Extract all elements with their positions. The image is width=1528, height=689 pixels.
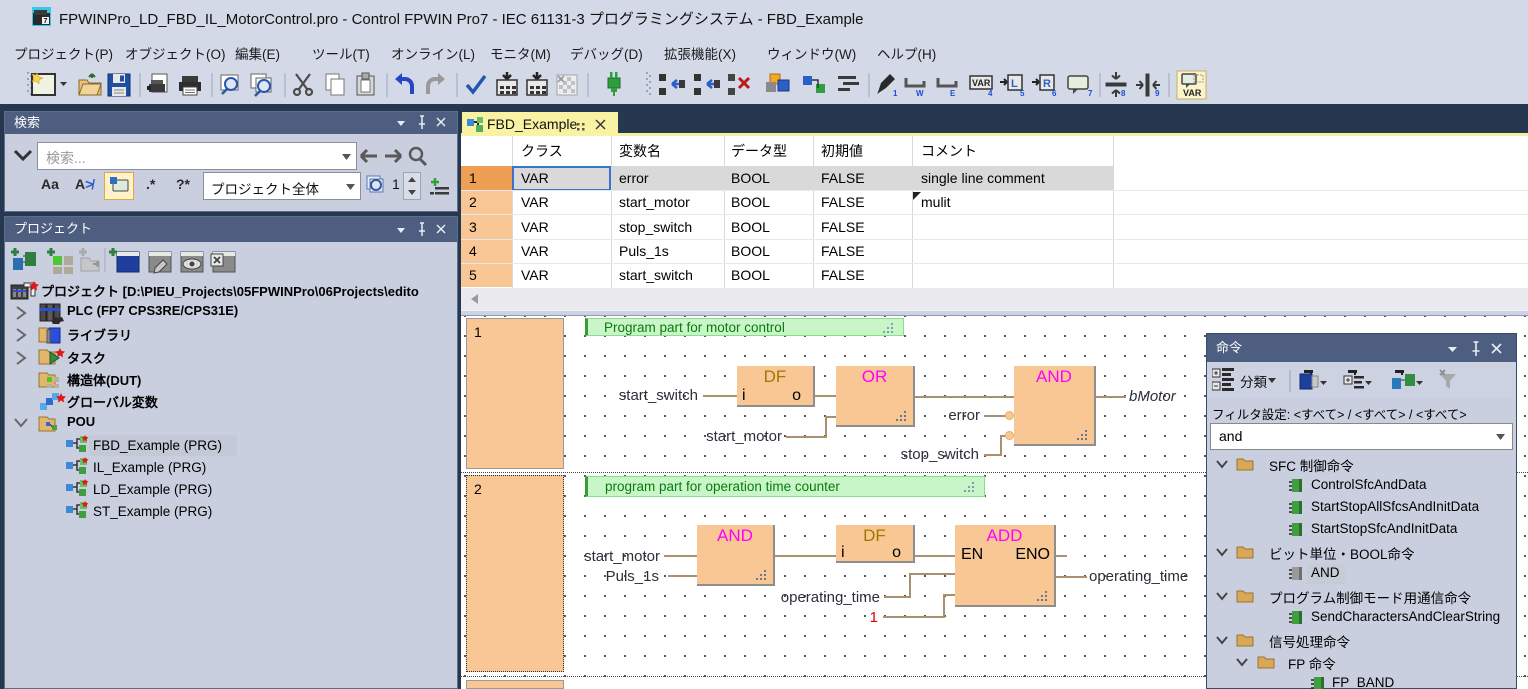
svg-text:VAR: VAR: [1183, 88, 1202, 98]
svg-text:7: 7: [44, 18, 48, 25]
svg-text:5: 5: [1020, 89, 1025, 98]
svg-text:E: E: [950, 89, 956, 98]
svg-text:6: 6: [1052, 89, 1057, 98]
svg-text:W: W: [916, 89, 924, 98]
svg-text:4: 4: [988, 89, 993, 98]
svg-text:L: L: [1011, 78, 1018, 90]
svg-text:1: 1: [893, 89, 898, 98]
svg-text:R: R: [1043, 78, 1051, 90]
svg-text:9: 9: [1155, 89, 1160, 98]
svg-text:8: 8: [1121, 89, 1126, 98]
svg-text:VAR: VAR: [972, 78, 991, 88]
svg-text:7: 7: [1088, 89, 1093, 98]
